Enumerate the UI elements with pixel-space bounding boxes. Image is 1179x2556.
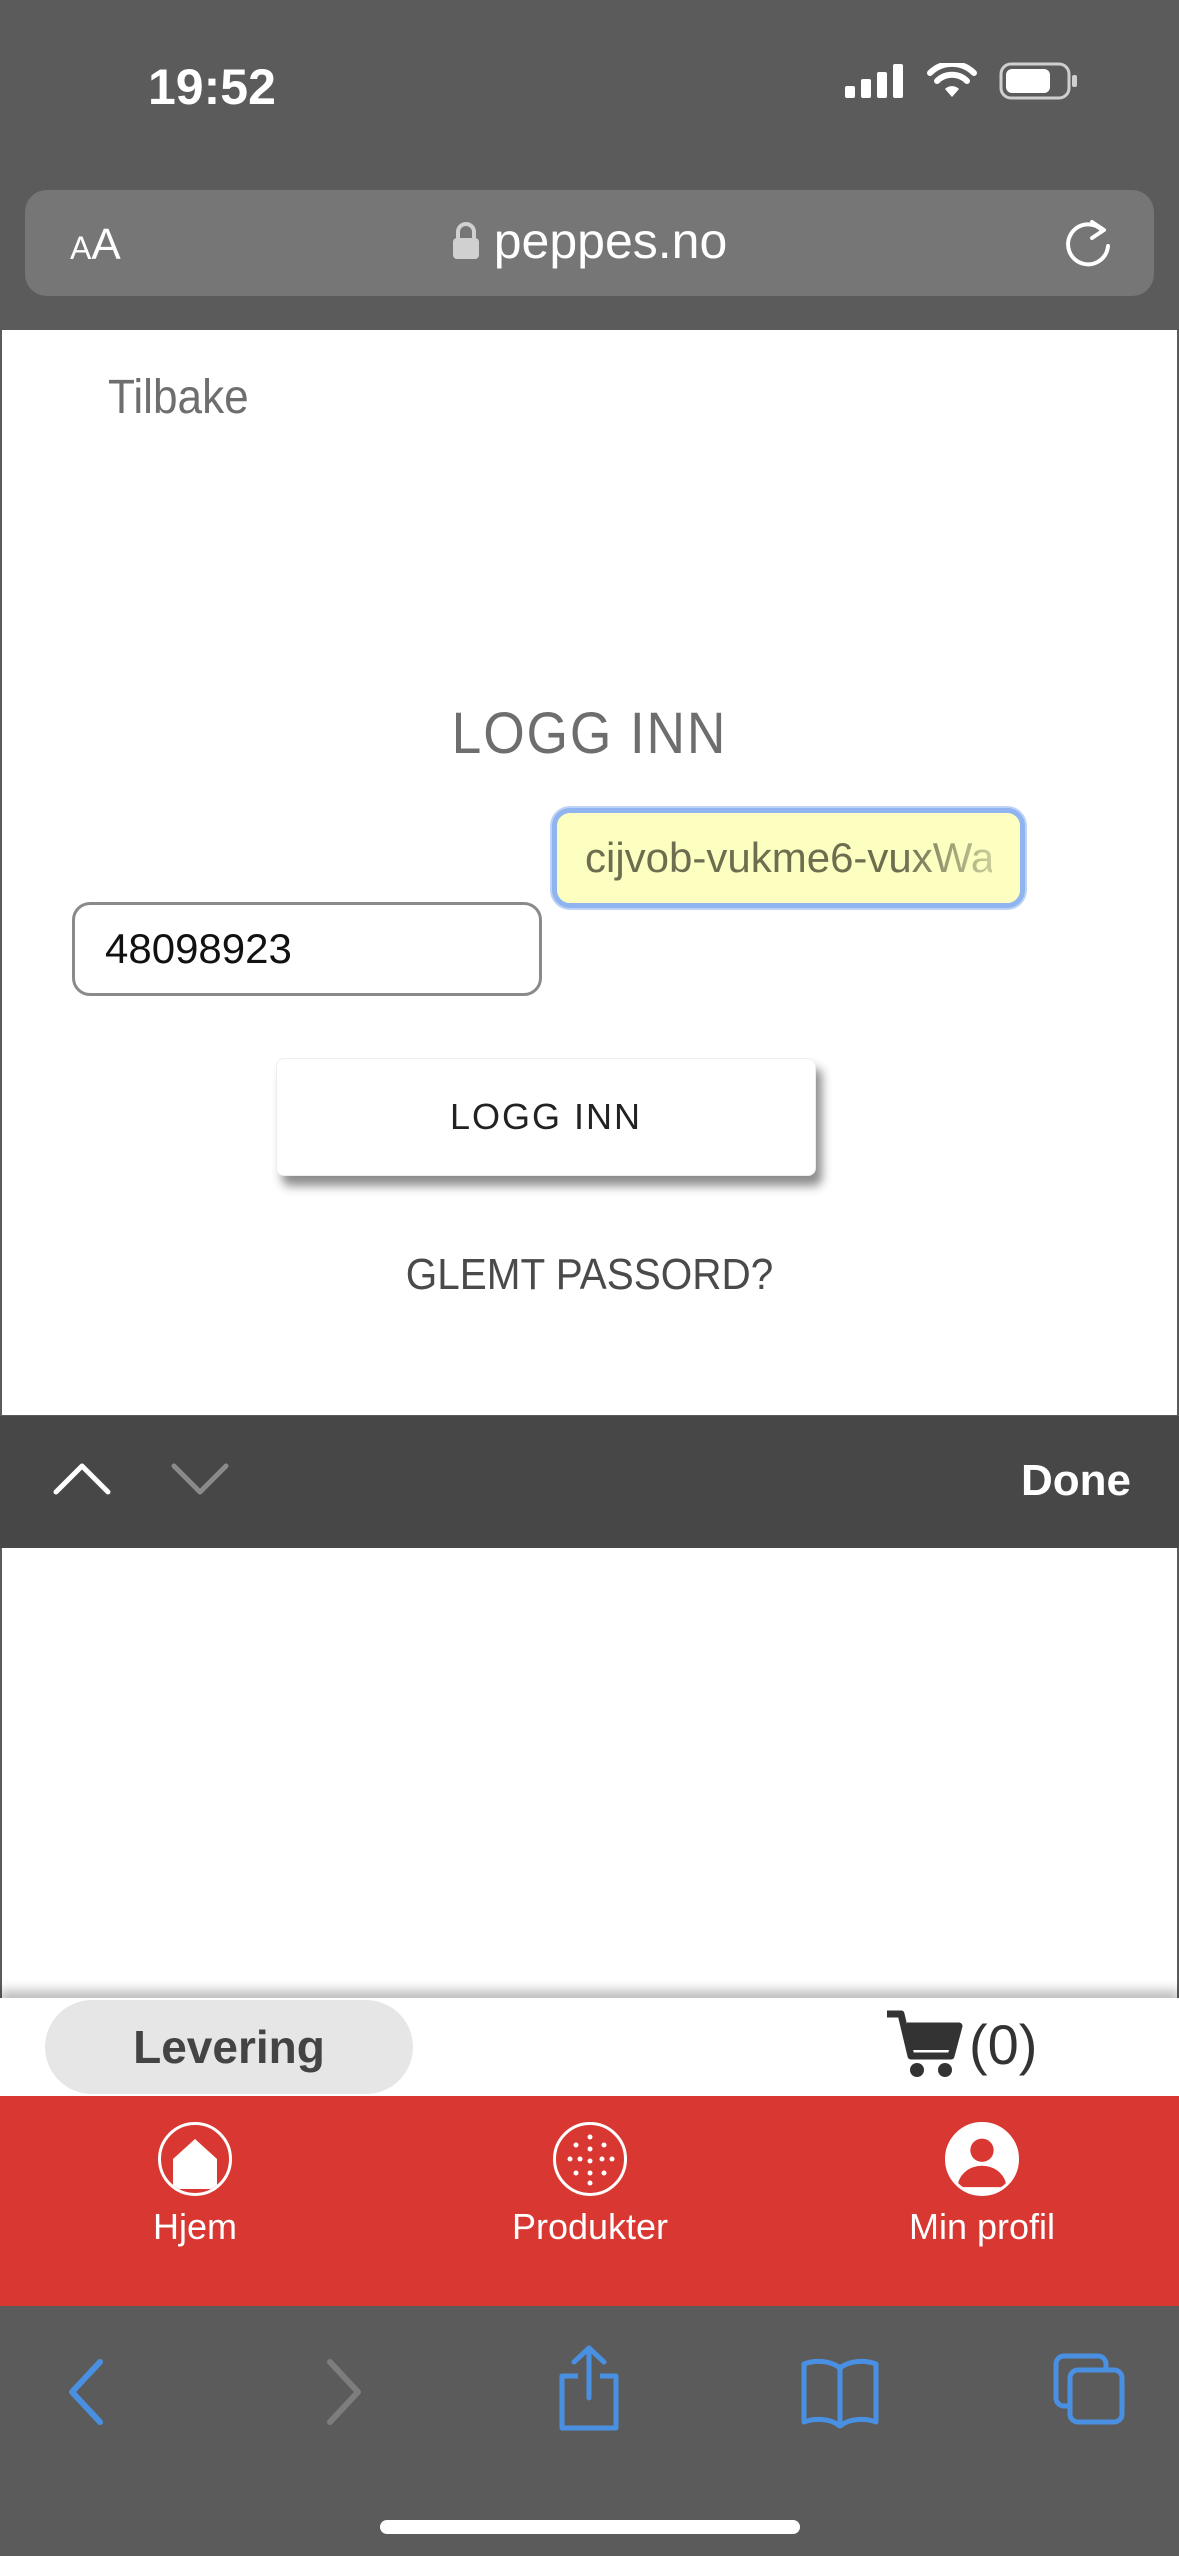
url-display[interactable]: peppes.no: [25, 212, 1154, 270]
back-link[interactable]: Tilbake: [108, 370, 249, 425]
login-button[interactable]: LOGG INN: [276, 1058, 816, 1176]
forgot-password-link[interactable]: GLEMT PASSORD?: [49, 1250, 1130, 1300]
pizza-icon: [553, 2122, 627, 2196]
status-time: 19:52: [148, 59, 276, 115]
page-title: LOGG INN: [451, 701, 728, 766]
cart-count: (0): [969, 2012, 1038, 2076]
web-content: Tilbake LOGG INN LOGG INN GLEMT PASSORD?: [2, 330, 1177, 1415]
nav-label-produkter: Produkter: [511, 2206, 669, 2247]
wifi-icon: [927, 63, 977, 97]
safari-toolbar: [0, 2306, 1179, 2556]
phone-field[interactable]: [72, 902, 542, 996]
bookmarks-icon[interactable]: [800, 2352, 880, 2432]
back-arrow-icon[interactable]: [62, 2352, 112, 2432]
nav-item-hjem[interactable]: Hjem: [95, 2122, 295, 2248]
address-bar[interactable]: AA peppes.no: [25, 190, 1154, 296]
nav-item-min-profil[interactable]: Min profil: [882, 2122, 1082, 2248]
delivery-bar: Levering (0): [0, 1998, 1179, 2096]
done-button[interactable]: Done: [1021, 1456, 1131, 1506]
reload-icon[interactable]: [1062, 216, 1114, 270]
forward-arrow-icon[interactable]: [318, 2352, 368, 2432]
status-bar: 19:52: [0, 0, 1179, 175]
password-input[interactable]: [557, 813, 1020, 903]
password-field[interactable]: [552, 808, 1025, 908]
chevron-up-icon[interactable]: [52, 1456, 112, 1500]
signal-icon: [845, 64, 903, 98]
cart-icon: [887, 2010, 963, 2077]
cart-button[interactable]: (0): [885, 2004, 1037, 2084]
share-icon[interactable]: [556, 2342, 622, 2432]
lock-icon: [452, 222, 479, 259]
nav-item-produkter[interactable]: Produkter: [490, 2122, 690, 2248]
tabs-icon[interactable]: [1052, 2352, 1126, 2426]
nav-label-hjem: Hjem: [152, 2206, 237, 2247]
bottom-nav: Hjem Produkter Min profil: [0, 2096, 1179, 2306]
chevron-down-icon[interactable]: [170, 1456, 230, 1500]
phone-input[interactable]: [75, 905, 539, 993]
profile-icon: [945, 2122, 1019, 2196]
home-indicator[interactable]: [380, 2520, 800, 2534]
home-icon: [158, 2122, 232, 2196]
blank-area: [2, 1548, 1177, 1998]
delivery-button[interactable]: Levering: [45, 2000, 413, 2094]
battery-icon: [999, 62, 1077, 100]
form-accessory-bar: Done: [0, 1416, 1179, 1548]
status-icons: [845, 62, 1079, 100]
nav-label-min-profil: Min profil: [908, 2206, 1056, 2247]
url-text: peppes.no: [493, 213, 728, 269]
